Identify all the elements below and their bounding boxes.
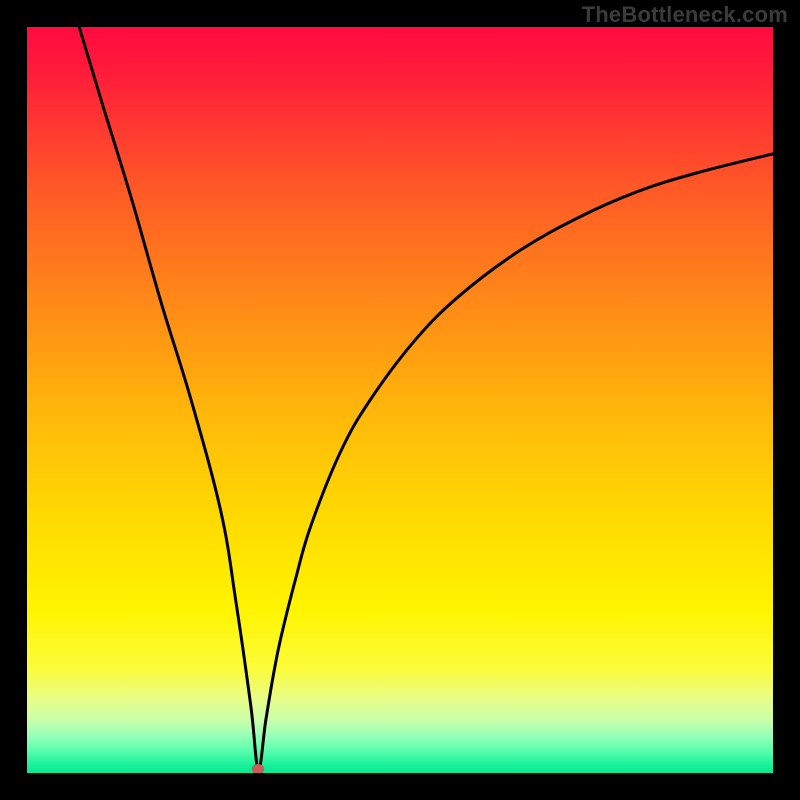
curve-layer bbox=[27, 27, 773, 773]
bottleneck-curve bbox=[79, 27, 773, 769]
minimum-marker bbox=[252, 764, 264, 773]
watermark-text: TheBottleneck.com bbox=[582, 2, 788, 28]
chart-frame: TheBottleneck.com bbox=[0, 0, 800, 800]
plot-area bbox=[27, 27, 773, 773]
